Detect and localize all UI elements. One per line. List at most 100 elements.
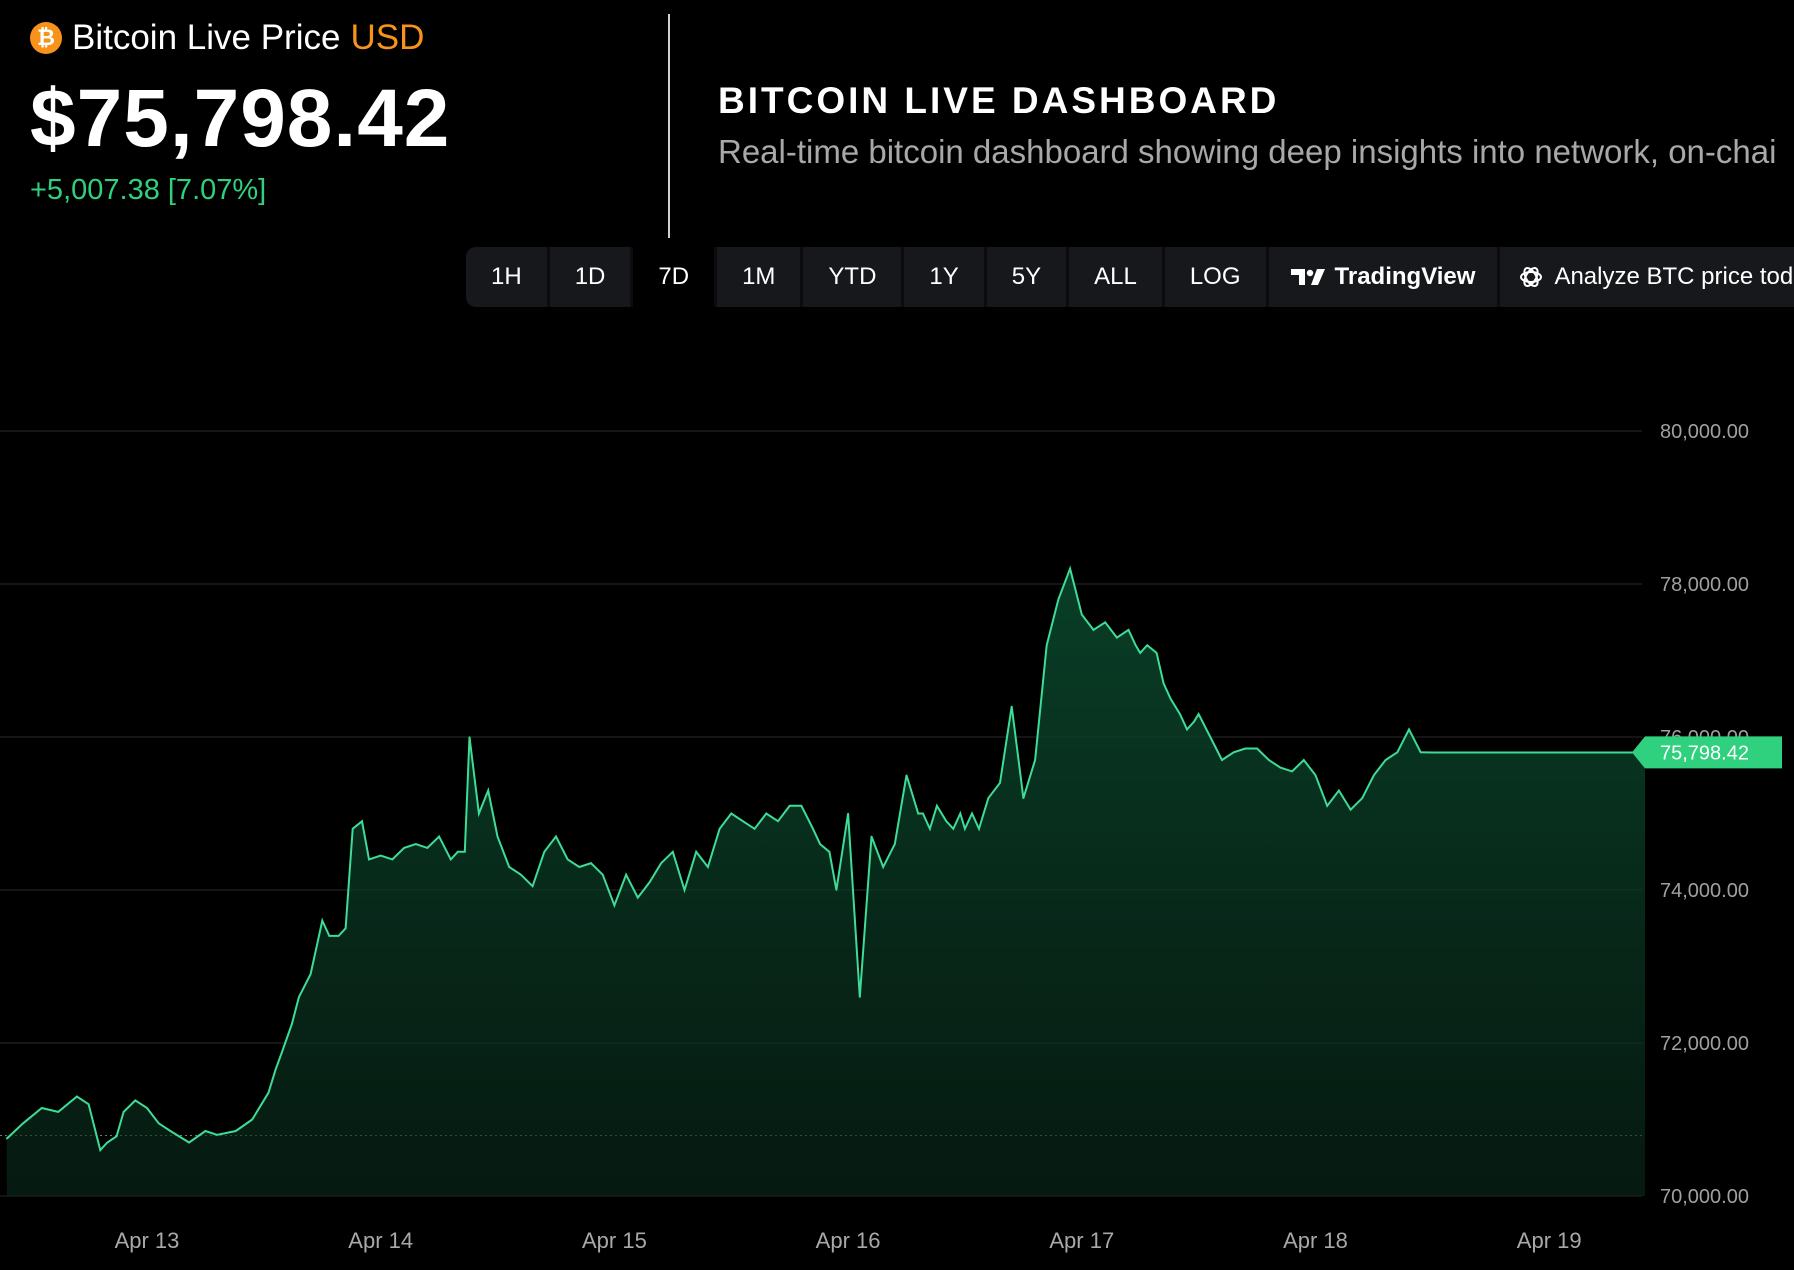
y-tick-label: 74,000.00: [1660, 880, 1749, 902]
price-point: [204, 1130, 207, 1132]
range-1d-button[interactable]: 1D: [550, 247, 634, 307]
price-point: [1057, 598, 1060, 601]
price-point: [613, 904, 616, 907]
range-ytd-button[interactable]: YTD: [803, 247, 905, 307]
price-point: [578, 866, 581, 868]
price-point: [337, 935, 340, 937]
price-point: [414, 843, 417, 845]
price-point: [351, 828, 354, 830]
price-point: [788, 805, 791, 807]
price-point: [1291, 770, 1293, 773]
price-point: [188, 1141, 190, 1144]
price-point: [1134, 644, 1137, 646]
price-point: [917, 812, 920, 815]
price-point: [496, 835, 499, 838]
price-point: [487, 789, 490, 792]
price-point: [22, 1122, 24, 1125]
price-point: [636, 896, 639, 899]
price-point: [508, 866, 511, 868]
price-point: [894, 843, 896, 845]
price-point: [1419, 751, 1422, 754]
currency-label: USD: [350, 18, 425, 57]
x-tick-label: Apr 18: [1283, 1228, 1348, 1253]
price-point: [41, 1107, 43, 1109]
range-all-button[interactable]: ALL: [1069, 247, 1165, 307]
price-point: [1431, 751, 1434, 754]
header-divider: [668, 14, 670, 238]
x-tick-label: Apr 13: [115, 1228, 180, 1253]
dashboard-subtitle: Real-time bitcoin dashboard showing deep…: [718, 133, 1777, 170]
price-point: [1169, 697, 1172, 700]
range-1m-button[interactable]: 1M: [717, 247, 804, 307]
price-point: [403, 847, 405, 849]
price-point: [251, 1118, 253, 1121]
price-point: [361, 820, 363, 822]
price-point: [707, 866, 709, 868]
price-point: [800, 805, 803, 807]
price-point: [391, 858, 394, 861]
price-point: [1232, 751, 1235, 754]
price-point: [1010, 705, 1013, 708]
price-point: [1595, 751, 1597, 754]
price-point: [122, 1111, 125, 1113]
price-point: [1256, 747, 1258, 750]
price-point: [1525, 751, 1527, 754]
price-point: [683, 889, 686, 891]
price-point: [625, 873, 627, 876]
bitcoin-icon: ₿: [30, 22, 62, 54]
price-point: [1361, 797, 1364, 799]
analyze-btc-button[interactable]: Analyze BTC price today: [1500, 247, 1794, 307]
price-point: [298, 996, 300, 998]
range-5y-button[interactable]: 5Y: [987, 247, 1070, 307]
price-point: [819, 843, 821, 845]
dashboard-title: BITCOIN LIVE DASHBOARD: [718, 80, 1280, 121]
price-point: [835, 889, 838, 891]
price-point: [555, 835, 557, 838]
price-point: [1513, 751, 1515, 754]
price-point: [1408, 728, 1410, 731]
range-1h-button[interactable]: 1H: [466, 247, 550, 307]
price-point: [1279, 766, 1282, 769]
price-point: [1193, 720, 1195, 723]
price-point: [1146, 644, 1149, 646]
price-point: [999, 782, 1001, 784]
price-point: [438, 835, 440, 838]
price-point: [1466, 751, 1469, 754]
price-point: [1548, 751, 1550, 754]
price-point: [426, 847, 429, 849]
price-point: [1045, 644, 1048, 646]
price-point: [1478, 751, 1480, 754]
price-chart[interactable]: 80,000.0078,000.0076,000.0074,000.0072,0…: [0, 330, 1794, 1270]
price-title-row: ₿ Bitcoin Live Price USD: [30, 18, 450, 58]
price-point: [274, 1068, 277, 1071]
y-tick-label: 70,000.00: [1660, 1186, 1749, 1208]
range-1y-button[interactable]: 1Y: [904, 247, 987, 307]
openai-icon: [1520, 266, 1543, 288]
price-point: [1127, 629, 1130, 631]
price-point: [1116, 636, 1118, 639]
price-point: [1583, 751, 1586, 754]
price-point: [566, 858, 569, 861]
price-point: [1560, 751, 1562, 754]
price-point: [870, 835, 873, 838]
price-point: [905, 774, 908, 777]
x-tick-label: Apr 17: [1049, 1228, 1114, 1253]
price-point: [812, 828, 814, 830]
tradingview-button[interactable]: TradingView: [1269, 247, 1501, 307]
price-title: Bitcoin Live Price: [72, 18, 341, 57]
price-point: [753, 828, 756, 830]
price-point: [368, 858, 370, 861]
price-point: [1338, 789, 1340, 792]
log-scale-button[interactable]: LOG: [1165, 247, 1269, 307]
price-point: [959, 812, 962, 815]
price-point: [1454, 751, 1457, 754]
price-point: [765, 812, 768, 815]
price-point: [235, 1130, 237, 1132]
price-point: [1606, 751, 1609, 754]
price-point: [1373, 774, 1375, 777]
price-point: [1104, 621, 1106, 624]
price-point: [134, 1099, 137, 1102]
range-7d-button[interactable]: 7D: [633, 247, 718, 307]
x-tick-label: Apr 14: [348, 1228, 413, 1253]
price-point: [1081, 613, 1083, 616]
